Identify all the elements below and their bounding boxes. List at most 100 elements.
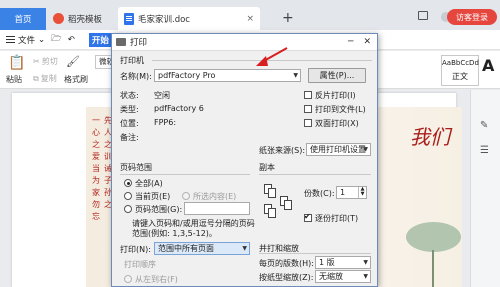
tab-template[interactable]: 稻壳模板 [47,7,111,30]
status-value: 空闲 [154,91,170,100]
hamburger-icon [6,36,15,43]
style-heading-preview[interactable]: A [482,56,494,75]
tab-home[interactable]: 首页 [0,8,46,30]
page-stack-icon [268,188,276,198]
print-to-file-checkbox[interactable] [304,105,312,113]
paste-label: 粘贴 [6,75,22,84]
scale-to-paper-value: 无缩放 [319,272,343,281]
dialog-title: 打印 [130,38,148,48]
paste-button[interactable]: 📋 [8,55,25,71]
copy-button[interactable]: ⧉ 复制 [33,73,57,84]
copies-value: 1 [340,188,346,197]
calligraphy-char: 家 [92,188,100,197]
pages-per-sheet-select[interactable]: 1 版 ▼ [315,256,371,269]
copies-label: 份数(C): [304,189,335,198]
printer-name-select[interactable]: pdfFactory Pro ▼ [154,69,301,82]
copies-input[interactable]: 1 ▲ ▼ [336,186,367,199]
window-layout-icon[interactable] [418,11,428,20]
properties-button[interactable]: 属性(P)... [308,68,366,83]
calligraphy-title: 我们 [410,125,450,149]
selection-label: 所选内容(E) [193,192,237,201]
tab-close-icon[interactable]: × [246,14,254,24]
print-to-file-label: 打印到文件(L) [315,105,366,114]
left-to-right-label: 从左到右(F) [135,275,178,284]
paste-icon: 📋 [8,55,26,71]
range-help-line-2: 范围(例如: 1,3,5-12)。 [132,229,217,238]
range-section-title: 页码范围 [120,163,152,172]
close-icon[interactable]: ✕ [363,37,371,47]
calligraphy-char: 爱 [92,152,100,161]
calligraphy-char: 当 [92,164,100,173]
printer-icon [116,38,126,46]
reverse-print-checkbox[interactable] [304,91,312,99]
pages-per-sheet-value: 1 版 [319,258,335,267]
style-normal[interactable]: AaBbCcDd 正文 [441,55,479,86]
paper-source-value: 使用打印机设置 [310,145,366,154]
right-side-panel: ✎ ☰ [470,90,500,287]
print-order-label: 打印顺序 [124,260,156,269]
location-label: 位置: [120,119,139,128]
collate-label: 逐份打印(T) [315,214,359,223]
tab-start[interactable]: 开始 [88,32,112,47]
printer-section-title: 打印机 [120,56,144,65]
cut-button[interactable]: ✂ 剪切 [33,56,58,67]
left-to-right-radio[interactable] [124,275,132,283]
lotus-stem [432,250,434,287]
page-stack-icon [268,208,276,218]
location-value: FPP6: [154,118,177,127]
tab-document-label: 毛家家训.doc [138,14,190,25]
page-range-input[interactable] [184,202,250,215]
name-label: 名称(M): [120,72,152,81]
printer-name-value: pdfFactory Pro [158,71,216,80]
docer-logo-icon [53,13,64,24]
comment-label: 备注: [120,133,139,142]
format-painter-label: 格式刷 [64,75,88,84]
minimize-icon[interactable]: ─ [348,37,353,47]
collate-checkbox[interactable] [304,212,312,222]
divider [259,174,371,175]
open-folder-icon[interactable]: 🗁 [51,33,62,47]
file-menu[interactable]: 文件 ⌄ [6,34,45,46]
divider [259,253,371,254]
chevron-down-icon: ▼ [242,245,247,252]
all-pages-label: 全部(A) [135,179,163,188]
page-range-radio[interactable] [124,205,132,213]
copy-label: 复制 [40,74,57,83]
all-pages-radio[interactable] [124,179,132,187]
chevron-down-icon: ⌄ [38,34,46,45]
copy-icon: ⧉ [33,73,39,83]
login-button[interactable]: 访客登录 [447,9,497,25]
calligraphy-char: 心 [92,128,100,137]
spinner-arrows-icon[interactable]: ▲ ▼ [358,187,366,198]
print-dialog: 打印 ─ ✕ 打印机 名称(M): pdfFactory Pro ▼ 属性(P)… [111,33,378,287]
duplex-checkbox[interactable] [304,119,312,127]
brush-icon: 🖌 [66,55,80,68]
dialog-controls: ─ ✕ [348,37,371,47]
paper-source-label: 纸张来源(S): [259,146,306,155]
format-painter-button[interactable]: 🖌 [66,55,80,68]
calligraphy-char: 之 [92,140,100,149]
chevron-down-icon: ▼ [363,273,368,280]
type-label: 类型: [120,105,139,114]
new-tab-button[interactable]: + [282,10,294,26]
chevron-down-icon: ▼ [293,72,298,79]
status-label: 状态: [120,91,139,100]
current-page-radio[interactable] [124,192,132,200]
current-page-label: 当前页(E) [135,192,171,201]
tab-document[interactable]: 毛家家训.doc × [118,7,260,30]
file-menu-label: 文件 [18,35,36,46]
calligraphy-char: 勿 [92,200,100,209]
print-pages-value: 范围中所有页面 [158,244,214,253]
selection-radio[interactable] [182,192,190,200]
paper-source-select[interactable]: 使用打印机设置 ▼ [306,143,371,156]
style-sample: AaBbCcDd [442,59,479,67]
page-range-label: 页码范围(G): [135,205,183,214]
edit-icon[interactable]: ✎ [480,120,488,131]
scale-to-paper-label: 按纸型缩放(Z): [259,273,314,282]
scale-to-paper-select[interactable]: 无缩放 ▼ [315,270,371,283]
list-icon[interactable]: ☰ [480,145,489,156]
word-document-icon [124,12,134,25]
print-pages-select[interactable]: 范围中所有页面 ▼ [154,242,250,255]
undo-icon[interactable]: ↶ [68,35,75,45]
divider [120,174,250,175]
